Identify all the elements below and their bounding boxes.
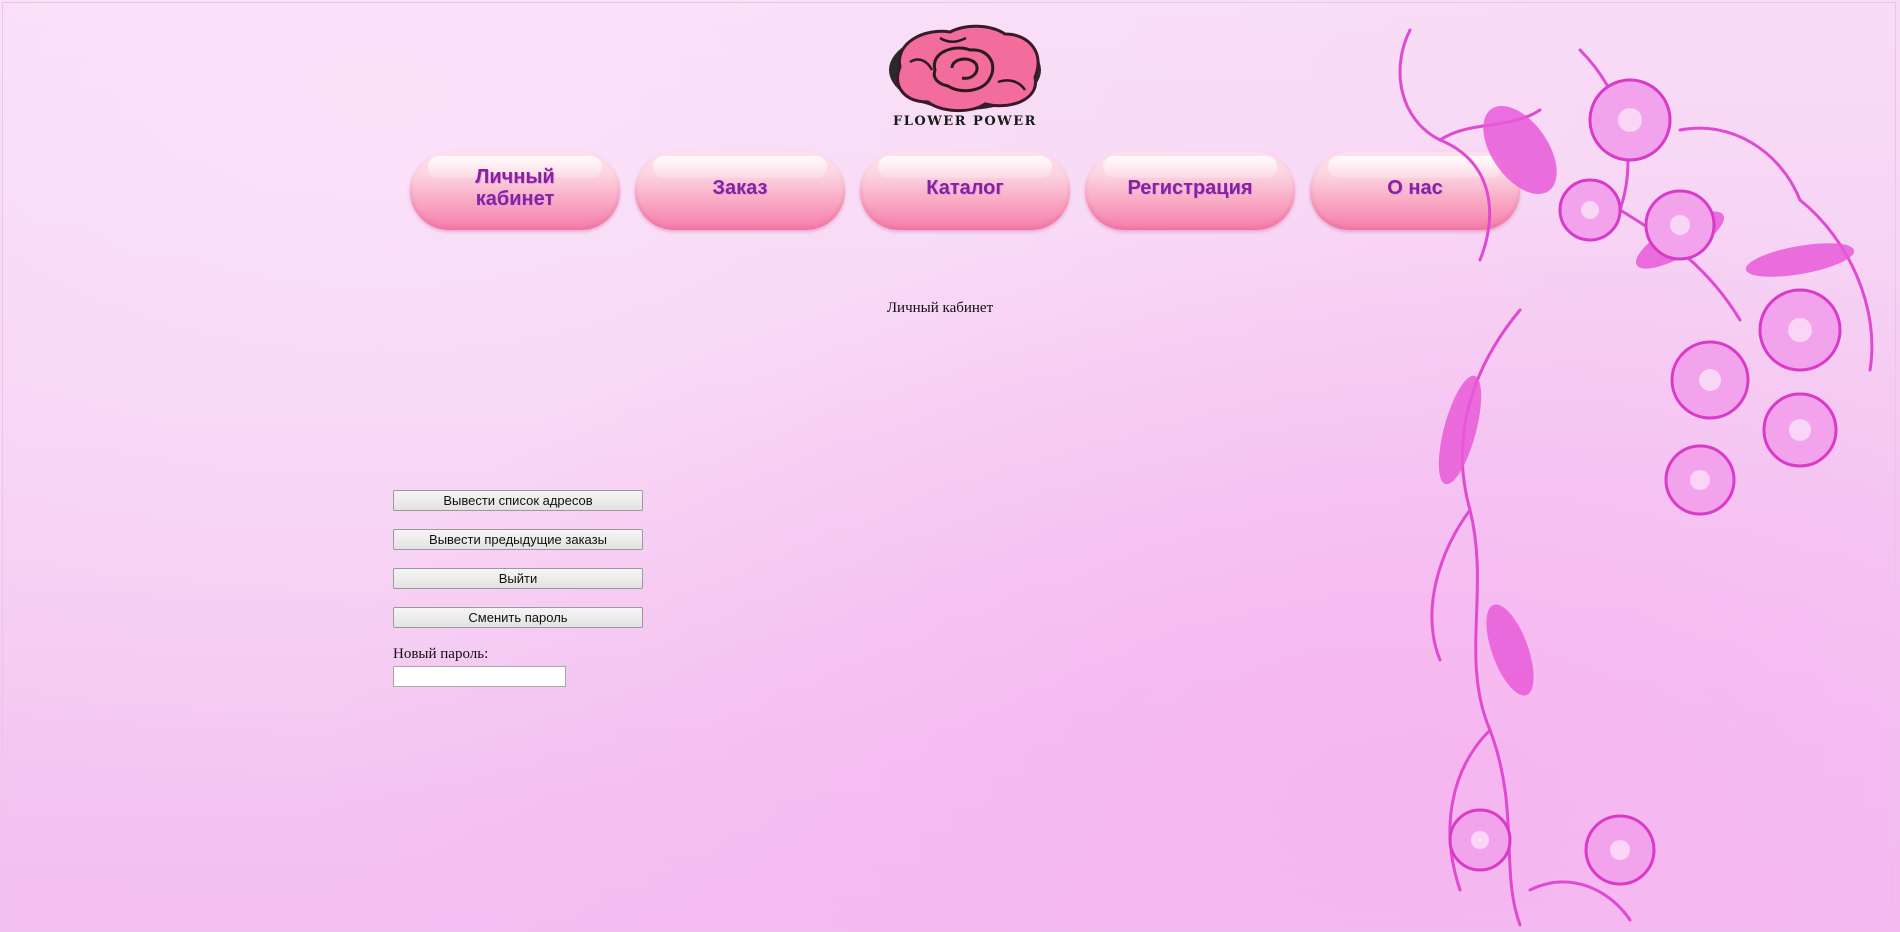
logo: FLOWER POWER [870, 22, 1060, 132]
new-password-label: Новый пароль: [393, 646, 489, 662]
new-password-field[interactable] [393, 666, 566, 687]
logout-button[interactable]: Выйти [393, 568, 643, 589]
nav-button-account[interactable]: Личный кабинет [410, 152, 620, 230]
floral-ornament [1398, 28, 1874, 927]
rose-icon [889, 24, 1041, 112]
page-title: Личный кабинет [886, 300, 994, 316]
nav-label: Личный кабинет [475, 166, 555, 210]
nav-label: Каталог [926, 177, 1004, 199]
nav-label: Регистрация [1127, 177, 1253, 199]
change-password-button[interactable]: Сменить пароль [393, 607, 643, 628]
nav-button-order[interactable]: Заказ [635, 152, 845, 230]
show-addresses-button[interactable]: Вывести список адресов [393, 490, 643, 511]
nav-label: Заказ [712, 177, 768, 199]
show-orders-button[interactable]: Вывести предыдущие заказы [393, 529, 643, 550]
account-actions: Вывести список адресов Вывести предыдущи… [393, 490, 643, 646]
main-nav: Личный кабинет Заказ Каталог Регистрация… [410, 152, 1520, 232]
nav-button-catalog[interactable]: Каталог [860, 152, 1070, 230]
logo-text: FLOWER POWER [893, 114, 1037, 129]
nav-button-registration[interactable]: Регистрация [1085, 152, 1295, 230]
